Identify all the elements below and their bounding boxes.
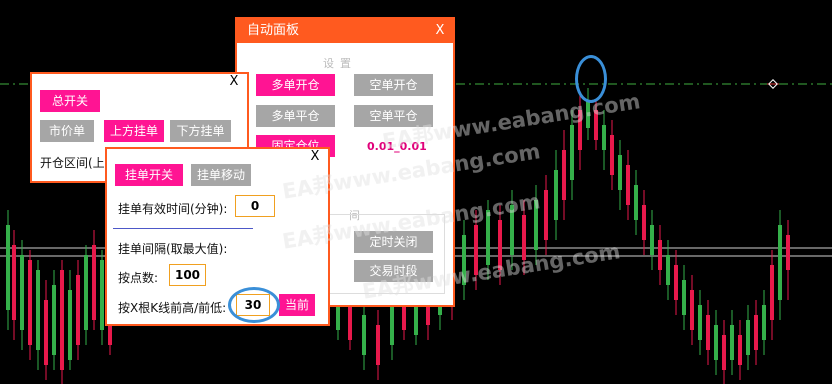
buy-close-button[interactable]: 多单平仓 (256, 105, 335, 127)
candle-body (626, 165, 630, 205)
candle-body (474, 225, 478, 275)
candle-body (544, 190, 548, 240)
level-marker-icon[interactable] (767, 79, 779, 89)
candle-body (534, 200, 538, 250)
candle-body (20, 255, 24, 330)
candle-body (690, 290, 694, 330)
candle-body (634, 185, 638, 220)
candle-body (754, 315, 758, 350)
kline-high-low-label: 按X根K线前高/前低: (118, 301, 227, 315)
candle-body (738, 335, 742, 365)
candle-body (362, 315, 366, 355)
buy-open-button[interactable]: 多单开仓 (256, 74, 335, 96)
auto-panel-close-icon[interactable]: X (433, 24, 447, 38)
candle-body (84, 255, 88, 330)
upper-pending-button[interactable]: 上方挂单 (104, 120, 164, 142)
candle-body (44, 300, 48, 365)
open-range-label: 开仓区间(上 (40, 156, 105, 170)
sell-close-button[interactable]: 空单平仓 (354, 105, 433, 127)
candle-body (642, 205, 646, 240)
candle-body (100, 260, 104, 330)
main-panel-close-icon[interactable]: X (227, 75, 241, 89)
candle-body (28, 260, 32, 345)
candle-body (706, 315, 710, 350)
valid-time-input[interactable]: 0 (235, 195, 275, 217)
candle-body (376, 325, 380, 365)
candle-body (674, 265, 678, 300)
pending-switch-button[interactable]: 挂单开关 (115, 164, 183, 186)
candle-body (586, 100, 590, 128)
lot-value: 0.01_0.01 (367, 140, 427, 153)
candle-body (6, 225, 10, 310)
candle-body (60, 270, 64, 370)
master-switch-button[interactable]: 总开关 (40, 90, 100, 112)
pending-move-button[interactable]: 挂单移动 (191, 164, 251, 186)
candle-body (618, 155, 622, 190)
points-label: 按点数: (118, 271, 159, 285)
section-settings-title: 设置 (323, 57, 357, 70)
candle-body (554, 170, 558, 220)
candle-body (52, 285, 56, 355)
pending-panel-close-icon[interactable]: X (308, 150, 322, 164)
candle-body (762, 305, 766, 340)
candle-body (666, 255, 670, 285)
candle-body (746, 320, 750, 355)
candle-body (462, 235, 466, 285)
candle-body (68, 290, 72, 360)
candle-body (92, 245, 96, 320)
kline-count-input[interactable]: 30 (236, 294, 270, 316)
candle-body (36, 270, 40, 350)
candle-body (594, 110, 598, 140)
sell-open-button[interactable]: 空单开仓 (354, 74, 433, 96)
points-input[interactable]: 100 (169, 264, 206, 286)
candle-body (562, 150, 566, 200)
candle-body (714, 325, 718, 360)
valid-time-label: 挂单有效时间(分钟): (118, 202, 228, 216)
candle-body (610, 135, 614, 175)
lower-pending-button[interactable]: 下方挂单 (170, 120, 231, 142)
candle-body (486, 210, 490, 265)
candle-body (602, 125, 606, 150)
trade-session-button[interactable]: 交易时段 (354, 260, 433, 282)
candle-body (522, 215, 526, 260)
candle-body (76, 275, 80, 345)
candle-body (12, 245, 16, 320)
candle-body (722, 335, 726, 370)
candle-body (390, 305, 394, 345)
candle-body (570, 125, 574, 180)
candle-body (698, 305, 702, 340)
candle-body (786, 235, 790, 270)
pending-order-panel: X 挂单开关 挂单移动 挂单有效时间(分钟): 0 挂单间隔(取最大值): 按点… (105, 147, 330, 326)
auto-panel-titlebar[interactable]: 自动面板 X (237, 19, 453, 43)
candle-body (650, 225, 654, 255)
pending-interval-label: 挂单间隔(取最大值): (118, 242, 228, 256)
candle-body (498, 220, 502, 270)
panel-divider (113, 228, 253, 229)
candle-body (778, 225, 782, 300)
auto-panel-title: 自动面板 (247, 23, 300, 38)
candle-body (510, 205, 514, 255)
candle-body (730, 325, 734, 360)
candle-body (770, 265, 774, 320)
candle-body (682, 280, 686, 315)
timer-close-button[interactable]: 定时关闭 (354, 231, 433, 253)
current-button[interactable]: 当前 (279, 294, 315, 316)
candle-body (578, 110, 582, 150)
candle-body (658, 240, 662, 270)
market-order-button[interactable]: 市价单 (40, 120, 94, 142)
